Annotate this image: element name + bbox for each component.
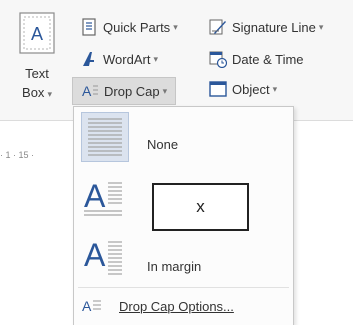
object-label: Object — [232, 81, 270, 97]
none-preview-icon — [81, 112, 129, 162]
text-box-caret-icon: ▾ — [47, 89, 52, 99]
wordart-button[interactable]: WordArt ▾ — [80, 50, 158, 68]
drop-cap-label: Drop Cap — [104, 83, 160, 99]
signature-line-button[interactable]: Signature Line ▾ — [209, 18, 323, 36]
svg-text:A: A — [82, 83, 92, 99]
quick-parts-caret-icon: ▾ — [173, 21, 178, 32]
menu-separator — [78, 287, 289, 288]
ribbon-text-group: A Text Box ▾ Quick Parts ▾ WordArt ▾ A D… — [0, 0, 353, 121]
menu-item-in-margin[interactable]: A In margin — [74, 229, 293, 285]
signature-line-label: Signature Line — [232, 19, 316, 35]
signature-line-caret-icon: ▾ — [318, 21, 324, 32]
ruler-ticks: · 1 · 15 · — [0, 150, 35, 160]
insert-ribbon-screenshot: A Text Box ▾ Quick Parts ▾ WordArt ▾ A D… — [0, 0, 353, 325]
dropped-preview-icon: A — [82, 173, 128, 221]
object-icon — [209, 81, 227, 97]
menu-item-in-margin-label: In margin — [147, 259, 202, 274]
wordart-caret-icon: ▾ — [153, 53, 158, 64]
quick-parts-icon — [82, 18, 96, 36]
signature-line-icon — [209, 19, 226, 35]
dropped-label-box: x — [152, 183, 249, 231]
drop-cap-options-icon: A — [82, 298, 101, 314]
svg-text:A: A — [84, 178, 106, 214]
calendar-clock-icon — [209, 51, 227, 68]
in-margin-preview-icon: A — [82, 232, 128, 280]
menu-item-dropped-label: x — [196, 197, 205, 216]
drop-cap-icon: A — [82, 83, 98, 99]
drop-cap-button[interactable]: A Drop Cap ▾ — [72, 77, 177, 105]
drop-cap-options-item[interactable]: A Drop Cap Options... — [74, 295, 293, 319]
drop-cap-menu: None A x A In margin A Drop Cap Options.… — [73, 106, 294, 325]
menu-item-none-label: None — [147, 137, 179, 152]
quick-parts-label: Quick Parts — [103, 19, 171, 35]
svg-text:A: A — [82, 298, 92, 314]
svg-text:A: A — [31, 24, 43, 44]
wordart-label: WordArt — [103, 51, 151, 67]
text-box-icon: A — [19, 12, 55, 54]
date-time-button[interactable]: Date & Time — [209, 50, 304, 68]
drop-cap-options-label: Drop Cap Options... — [119, 299, 234, 314]
none-lines-icon — [88, 118, 122, 156]
drop-cap-caret-icon: ▾ — [162, 85, 168, 96]
svg-text:A: A — [84, 237, 106, 273]
text-box-button[interactable]: A Text Box ▾ — [14, 12, 60, 104]
object-caret-icon: ▾ — [272, 83, 278, 94]
date-time-label: Date & Time — [232, 51, 304, 67]
wordart-icon — [83, 52, 94, 66]
quick-parts-button[interactable]: Quick Parts ▾ — [80, 18, 178, 36]
text-box-label-line2: Box ▾ — [22, 85, 52, 100]
ruler: · 1 · 15 · — [0, 150, 74, 164]
menu-item-none[interactable]: None — [74, 111, 293, 163]
object-button[interactable]: Object ▾ — [209, 80, 277, 98]
text-box-label-line1: Text — [25, 66, 49, 81]
